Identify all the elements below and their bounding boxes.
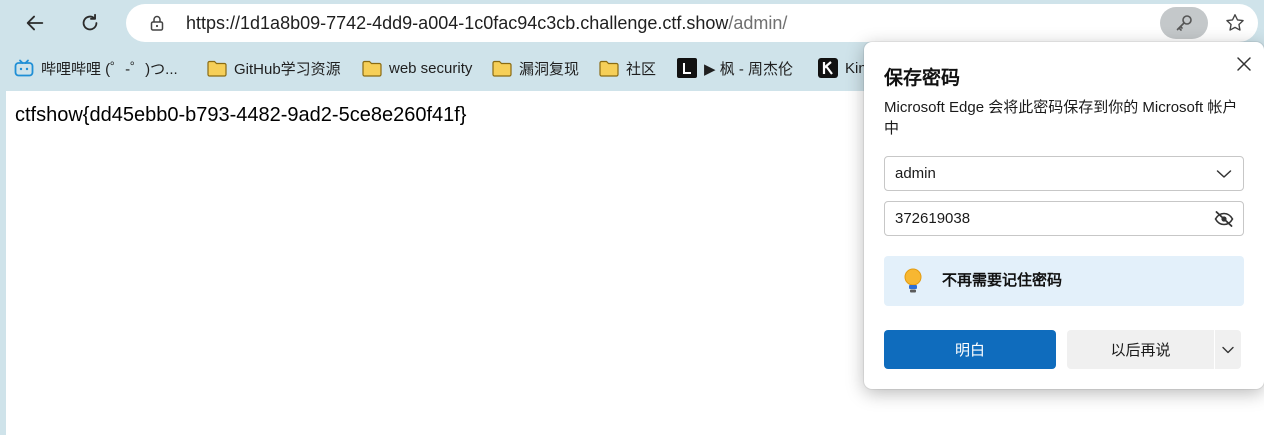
username-value: admin — [895, 165, 936, 182]
username-dropdown[interactable]: admin — [884, 156, 1244, 191]
lock-icon[interactable] — [148, 14, 166, 32]
not-now-button[interactable]: 以后再说 — [1067, 330, 1214, 369]
close-button[interactable] — [1232, 52, 1256, 76]
bookmark-label: 社区 — [626, 60, 657, 78]
chevron-down-icon[interactable] — [1213, 164, 1235, 184]
bookmark-label: 漏洞复现 — [519, 60, 580, 78]
password-value: 372619038 — [895, 210, 971, 227]
bookmark-label: 哔哩哔哩 (゜-゜)つ... — [41, 60, 178, 78]
bookmark-folder-vuln[interactable]: 漏洞复现 — [492, 54, 579, 82]
got-it-button[interactable]: 明白 — [884, 330, 1056, 369]
bookmark-label: ▶ 枫 - 周杰伦 — [704, 60, 794, 78]
folder-icon — [207, 58, 227, 78]
lightbulb-icon — [904, 268, 922, 293]
window-edge — [0, 91, 6, 435]
tip-banner: 不再需要记住密码 — [884, 256, 1244, 306]
key-icon — [1176, 15, 1192, 31]
url-base: https://1d1a8b09-7742-4dd9-a004-1c0fac94… — [186, 13, 729, 33]
refresh-button[interactable] — [73, 6, 107, 40]
bookmark-label: GitHub学习资源 — [234, 60, 341, 78]
star-icon — [1226, 14, 1244, 31]
more-options-button[interactable] — [1215, 330, 1241, 369]
bookmark-kin[interactable]: Kin — [818, 54, 867, 82]
refresh-icon — [82, 13, 98, 31]
password-key-button[interactable] — [1160, 7, 1208, 39]
browser-toolbar: https://1d1a8b09-7742-4dd9-a004-1c0fac94… — [0, 0, 1264, 46]
eye-hidden-icon[interactable] — [1213, 209, 1235, 229]
l-logo-icon — [677, 58, 697, 78]
url-path: /admin/ — [728, 13, 788, 33]
back-button[interactable] — [18, 6, 52, 40]
bookmark-folder-github[interactable]: GitHub学习资源 — [207, 54, 341, 82]
flag-text: ctfshow{dd45ebb0-b793-4482-9ad2-5ce8e260… — [15, 104, 467, 126]
password-field[interactable]: 372619038 — [884, 201, 1244, 236]
bookmark-song[interactable]: ▶ 枫 - 周杰伦 — [677, 54, 793, 82]
bilibili-icon — [14, 58, 34, 78]
bookmark-bilibili[interactable]: 哔哩哔哩 (゜-゜)つ... — [14, 54, 178, 82]
save-password-dialog: 保存密码 Microsoft Edge 会将此密码保存到你的 Microsoft… — [864, 42, 1264, 389]
folder-icon — [599, 58, 619, 78]
back-arrow-icon — [26, 15, 44, 31]
chevron-down-icon — [1222, 346, 1234, 353]
bookmark-folder-web-security[interactable]: web security — [362, 54, 472, 82]
bookmark-folder-community[interactable]: 社区 — [599, 54, 656, 82]
tip-text: 不再需要记住密码 — [942, 272, 1063, 289]
folder-icon — [492, 58, 512, 78]
dialog-title: 保存密码 — [884, 68, 961, 89]
k-logo-icon — [818, 58, 838, 78]
folder-icon — [362, 58, 382, 78]
close-icon — [1237, 57, 1251, 71]
dialog-description: Microsoft Edge 会将此密码保存到你的 Microsoft 帐户中 — [884, 99, 1238, 137]
address-bar[interactable]: https://1d1a8b09-7742-4dd9-a004-1c0fac94… — [126, 4, 1258, 42]
favorite-button[interactable] — [1220, 8, 1250, 38]
url-text[interactable]: https://1d1a8b09-7742-4dd9-a004-1c0fac94… — [186, 13, 787, 34]
bookmark-label: web security — [389, 59, 473, 77]
